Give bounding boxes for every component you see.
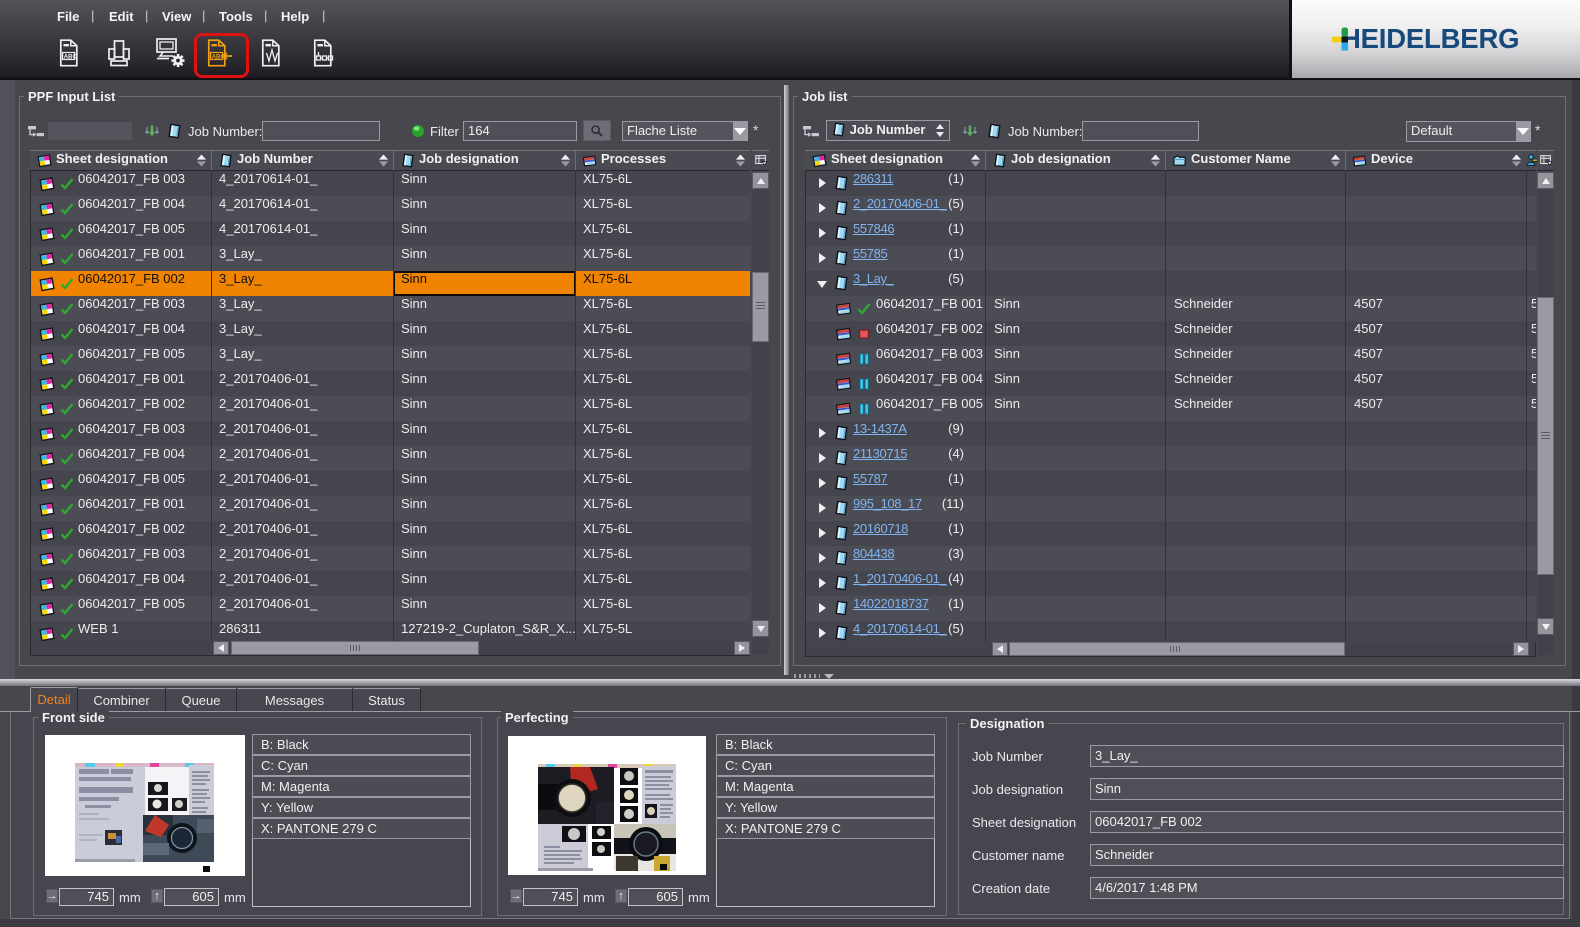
svg-text:ABC: ABC	[64, 54, 78, 61]
svg-text:HEIDELBERG: HEIDELBERG	[1341, 23, 1519, 54]
svg-text:ABC: ABC	[212, 54, 226, 61]
